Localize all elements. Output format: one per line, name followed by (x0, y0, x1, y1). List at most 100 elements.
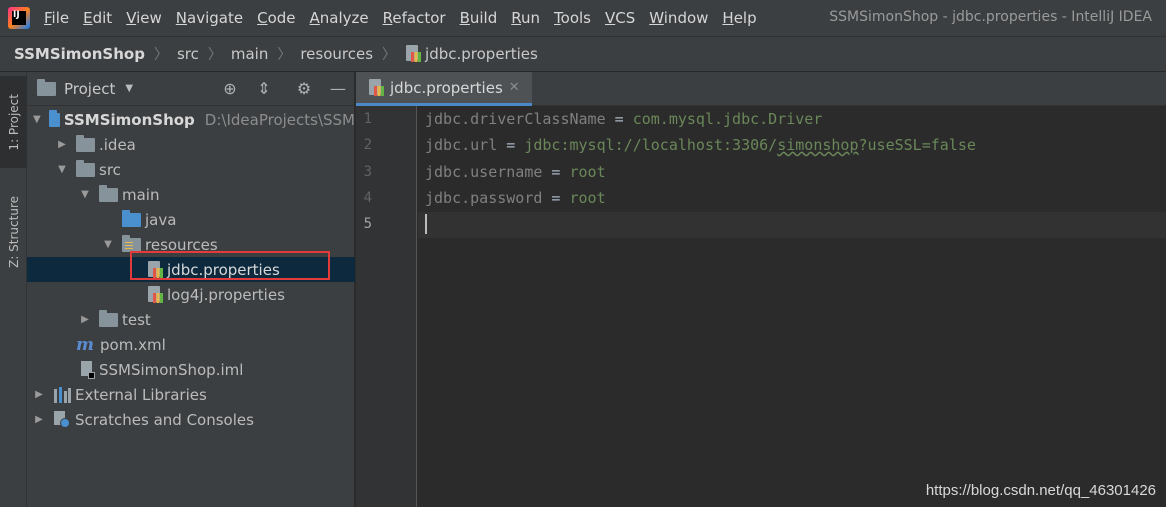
expand-arrow-icon[interactable]: ▼ (56, 164, 68, 175)
tree-item-src[interactable]: ▼ src (27, 157, 355, 182)
line-number: 5 (363, 216, 372, 232)
properties-file-icon (147, 285, 163, 304)
minimize-icon[interactable]: — (329, 80, 347, 98)
property-separator: = (605, 110, 633, 128)
chevron-down-icon: ▼ (125, 83, 134, 94)
menu-analyze[interactable]: Analyze (310, 9, 369, 27)
editor-area: jdbc.properties ✕ 1 2 3 4 5 jdbc.driverC… (356, 72, 1166, 507)
menu-refactor[interactable]: Refactor (383, 9, 446, 27)
tree-item-label: src (99, 160, 121, 179)
property-value: root (569, 189, 606, 207)
menu-run[interactable]: Run (511, 9, 540, 27)
tree-root-label: SSMSimonShop (63, 110, 195, 129)
collapse-arrow-icon[interactable]: ▶ (79, 314, 91, 325)
menu-window[interactable]: Window (649, 9, 708, 27)
line-number: 4 (363, 190, 372, 206)
tree-item-label: log4j.properties (167, 285, 285, 304)
property-key: jdbc.driverClassName (425, 110, 606, 128)
breadcrumb-file-label: jdbc.properties (425, 45, 538, 63)
folder-icon (99, 309, 118, 327)
project-panel-title: Project (64, 79, 116, 98)
tree-item-label: resources (145, 235, 218, 254)
close-icon[interactable]: ✕ (509, 80, 520, 95)
chevron-right-icon: 〉 (207, 47, 222, 63)
tree-item-label: java (145, 210, 177, 229)
tree-item-iml[interactable]: SSMSimonShop.iml (27, 357, 355, 382)
menu-tools[interactable]: Tools (554, 9, 591, 27)
menu-build[interactable]: Build (460, 9, 498, 27)
collapse-arrow-icon[interactable]: ▶ (56, 139, 68, 150)
tree-item-external-libraries[interactable]: ▶ External Libraries (27, 382, 355, 407)
properties-file-icon (368, 78, 384, 97)
property-value: root (569, 163, 606, 181)
tree-item-root[interactable]: ▼ SSMSimonShop D:\IdeaProjects\SSM (27, 107, 355, 132)
project-panel: Project ▼ ⊕ ⇕ ⚙ — ▼ SSMSimonShop D:\Idea… (27, 72, 355, 507)
menu-code[interactable]: Code (257, 9, 295, 27)
property-key: jdbc.username (425, 163, 543, 181)
menu-vcs[interactable]: VCS (605, 9, 635, 27)
tree-item-resources[interactable]: ▼ resources (27, 232, 355, 257)
expand-arrow-icon[interactable]: ▼ (33, 114, 41, 125)
line-number-gutter: 1 2 3 4 5 (356, 106, 417, 507)
property-separator: = (497, 136, 525, 154)
property-value-typo: simonshop (777, 136, 859, 154)
collapse-all-icon[interactable]: ⇕ (255, 80, 273, 98)
library-icon (53, 386, 71, 403)
line-number: 1 (363, 111, 372, 127)
tree-item-label: SSMSimonShop.iml (99, 360, 244, 379)
text-caret (425, 214, 427, 234)
menu-file[interactable]: File (44, 9, 69, 27)
tree-item-log4j-properties[interactable]: log4j.properties (27, 282, 355, 307)
breadcrumb-resources[interactable]: resources (300, 45, 373, 63)
breadcrumb-src[interactable]: src (177, 45, 199, 63)
chevron-right-icon: 〉 (382, 47, 397, 63)
tree-item-idea[interactable]: ▶ .idea (27, 132, 355, 157)
collapse-arrow-icon[interactable]: ▶ (33, 414, 45, 425)
intellij-logo-icon: IJ (8, 7, 30, 29)
editor-tab-jdbc-properties[interactable]: jdbc.properties ✕ (356, 72, 532, 106)
collapse-arrow-icon[interactable]: ▶ (33, 389, 45, 400)
expand-arrow-icon[interactable]: ▼ (102, 239, 114, 250)
menu-view[interactable]: View (126, 9, 162, 27)
menu-navigate[interactable]: Navigate (176, 9, 243, 27)
tree-item-main[interactable]: ▼ main (27, 182, 355, 207)
tool-window-stripe: 1: Project Z: Structure (0, 72, 27, 507)
project-tool-tab[interactable]: 1: Project (0, 76, 27, 168)
properties-file-icon (147, 260, 163, 279)
code-editor[interactable]: jdbc.driverClassName = com.mysql.jdbc.Dr… (418, 106, 1166, 507)
watermark-text: https://blog.csdn.net/qq_46301426 (925, 482, 1156, 499)
project-tree: ▼ SSMSimonShop D:\IdeaProjects\SSM ▶ .id… (27, 107, 355, 432)
code-line-4: jdbc.password = root (425, 189, 606, 207)
tree-item-test[interactable]: ▶ test (27, 307, 355, 332)
tree-item-jdbc-properties[interactable]: jdbc.properties (27, 257, 355, 282)
line-number: 3 (363, 164, 372, 180)
folder-icon (99, 184, 118, 202)
structure-tool-tab-label: Z: Structure (6, 196, 21, 268)
breadcrumb-main[interactable]: main (231, 45, 268, 63)
property-value: jdbc:mysql://localhost:3306/ (524, 136, 778, 154)
property-separator: = (542, 163, 570, 181)
gear-icon[interactable]: ⚙ (295, 80, 313, 98)
menu-help[interactable]: Help (722, 9, 756, 27)
breadcrumb-file[interactable]: jdbc.properties (405, 45, 538, 63)
tree-item-java[interactable]: java (27, 207, 355, 232)
tree-item-scratches[interactable]: ▶ Scratches and Consoles (27, 407, 355, 432)
chevron-right-icon: 〉 (277, 47, 292, 63)
resources-folder-icon (122, 234, 141, 252)
tree-item-label: pom.xml (100, 335, 166, 354)
tree-item-label: .idea (99, 135, 136, 154)
property-value: ?useSSL=false (858, 136, 976, 154)
menu-edit[interactable]: Edit (83, 9, 112, 27)
project-view-selector[interactable]: Project ▼ (37, 78, 134, 98)
locate-file-icon[interactable]: ⊕ (221, 80, 239, 98)
scratches-icon (53, 410, 71, 429)
structure-tool-tab[interactable]: Z: Structure (0, 182, 27, 282)
property-value: com.mysql.jdbc.Driver (632, 110, 823, 128)
breadcrumb-project[interactable]: SSMSimonShop (14, 45, 145, 63)
tree-item-pom[interactable]: m pom.xml (27, 332, 355, 357)
expand-arrow-icon[interactable]: ▼ (79, 189, 91, 200)
menu-bar: IJ File Edit View Navigate Code Analyze … (0, 0, 1166, 36)
property-key: jdbc.url (425, 136, 498, 154)
maven-icon: m (76, 334, 94, 355)
tree-root-path: D:\IdeaProjects\SSM (204, 110, 355, 129)
